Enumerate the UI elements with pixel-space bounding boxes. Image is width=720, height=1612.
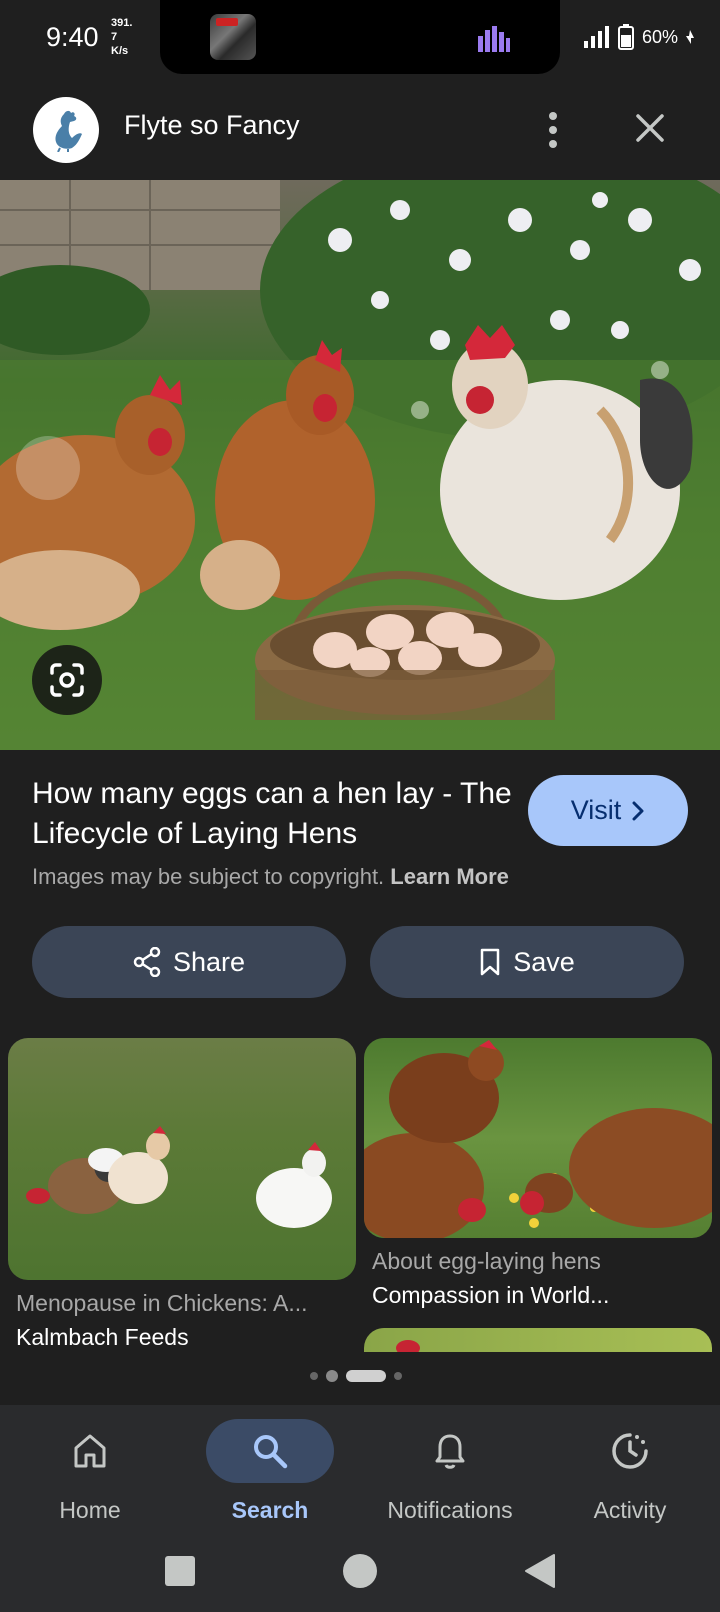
related-image-1[interactable] — [8, 1038, 356, 1280]
visit-label: Visit — [570, 795, 622, 825]
page-dot-active — [346, 1370, 386, 1382]
nav-notifications[interactable]: Notifications — [360, 1413, 540, 1533]
copyright-text: Images may be subject to copyright. — [32, 864, 385, 889]
save-button[interactable]: Save — [370, 926, 684, 998]
nav-home-icon-wrap — [26, 1419, 154, 1483]
back-icon[interactable] — [524, 1553, 556, 1589]
page-dot — [326, 1370, 338, 1382]
site-logo[interactable] — [33, 97, 99, 163]
nav-search[interactable]: Search — [180, 1413, 360, 1533]
signal-icon — [583, 26, 609, 48]
lens-icon — [50, 663, 84, 697]
camera-notch — [160, 0, 560, 74]
network-speed: 391. 7 K/s — [111, 16, 132, 58]
app-header: Flyte so Fancy — [0, 80, 720, 180]
related-image-2[interactable] — [364, 1038, 712, 1238]
related-image-3-preview — [396, 1340, 420, 1352]
activity-icon — [612, 1433, 648, 1469]
chevron-right-icon — [632, 801, 644, 820]
media-thumbnail[interactable] — [210, 14, 256, 60]
system-navigation-bar — [0, 1533, 720, 1612]
battery-percent: 60% — [641, 26, 678, 47]
home-icon — [74, 1434, 106, 1468]
nav-activity-icon-wrap — [566, 1419, 694, 1483]
nav-home[interactable]: Home — [0, 1413, 180, 1533]
related-title-2[interactable]: About egg-laying hens — [372, 1248, 601, 1275]
nav-activity[interactable]: Activity — [540, 1413, 720, 1533]
visit-button[interactable]: Visit — [528, 775, 688, 846]
related-source-1[interactable]: Kalmbach Feeds — [16, 1324, 189, 1351]
hens-illustration — [0, 180, 720, 750]
site-name: Flyte so Fancy — [124, 110, 300, 140]
save-label: Save — [513, 946, 575, 977]
bottom-navigation: Home Search Notifications Activity — [0, 1405, 720, 1533]
page-indicator — [310, 1370, 402, 1382]
net-speed-value: 391. — [111, 17, 133, 29]
share-label: Share — [172, 946, 246, 977]
status-time: 9:40 — [46, 22, 99, 52]
close-icon[interactable] — [630, 108, 670, 148]
hens-pecking-illustration — [364, 1040, 712, 1238]
charging-icon — [686, 30, 694, 44]
bookmark-icon — [480, 948, 500, 976]
google-lens-button[interactable] — [32, 645, 102, 715]
rooster-icon — [55, 110, 82, 152]
search-icon — [254, 1435, 288, 1469]
share-button[interactable]: Share — [32, 926, 346, 998]
page-dot — [394, 1372, 402, 1380]
battery-icon — [617, 24, 634, 50]
nav-activity-label: Activity — [593, 1497, 667, 1523]
share-icon — [133, 947, 161, 977]
related-image-3[interactable] — [364, 1328, 712, 1352]
system-icons: 60% — [583, 24, 694, 50]
net-speed-unit: K/s — [111, 45, 129, 57]
status-bar: 9:40 391. 7 K/s 60% — [0, 0, 720, 80]
recents-icon[interactable] — [164, 1555, 196, 1587]
nav-search-icon-wrap — [206, 1419, 334, 1483]
net-speed-value-2: 7 — [111, 31, 118, 43]
related-source-2[interactable]: Compassion in World... — [372, 1282, 609, 1309]
learn-more-link[interactable]: Learn More — [390, 864, 509, 889]
nav-search-label: Search — [231, 1497, 309, 1523]
nav-notifications-label: Notifications — [387, 1497, 513, 1523]
home-circle-icon[interactable] — [342, 1553, 378, 1589]
audio-visualizer-icon — [478, 26, 510, 52]
nav-notifications-icon-wrap — [386, 1419, 514, 1483]
more-vert-icon[interactable] — [538, 106, 568, 154]
chickens-on-grass-illustration — [26, 1126, 332, 1228]
main-image-hens-with-egg-basket[interactable] — [0, 180, 720, 750]
page-dot — [310, 1372, 318, 1380]
bell-icon — [435, 1434, 465, 1469]
related-title-1[interactable]: Menopause in Chickens: A... — [16, 1290, 308, 1317]
nav-home-label: Home — [59, 1497, 121, 1523]
copyright-notice: Images may be subject to copyright. Lear… — [32, 864, 509, 890]
result-title[interactable]: How many eggs can a hen lay - The Lifecy… — [32, 774, 512, 854]
